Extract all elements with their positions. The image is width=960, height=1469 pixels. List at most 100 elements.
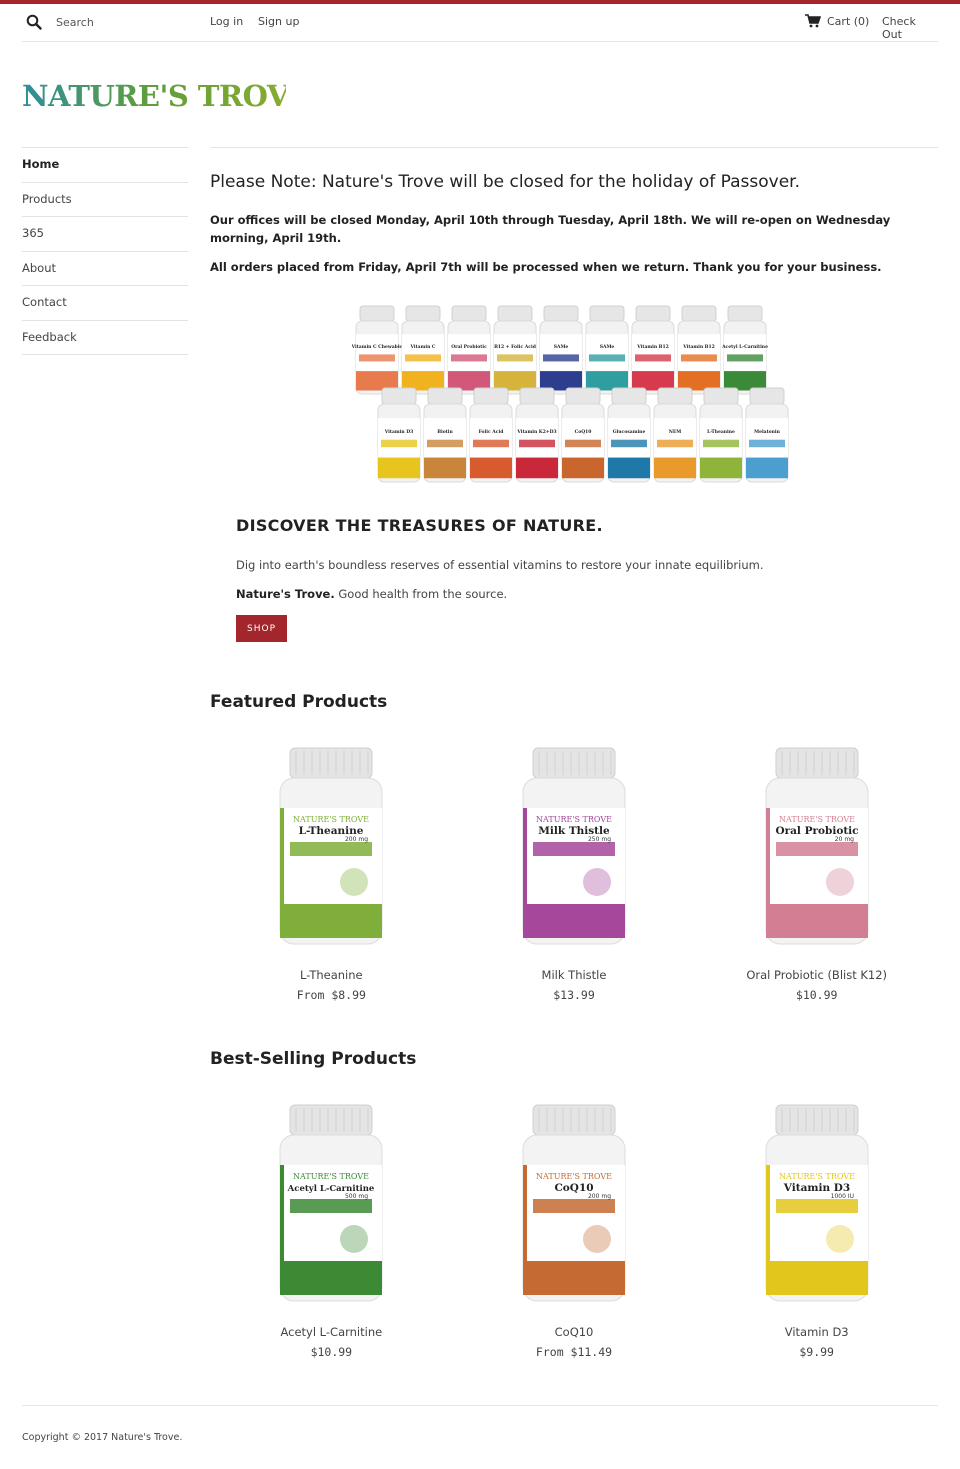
banner-bottle-band: [608, 457, 650, 479]
banner-bottle-label: [516, 418, 558, 458]
banner-bottle-text: B12 + Folic Acid: [494, 344, 537, 350]
product-card[interactable]: NATURE'S TROVE Milk Thistle 250 mg Milk Th…: [453, 742, 696, 1002]
checkout-link[interactable]: Check Out: [882, 15, 938, 41]
product-price: $13.99: [553, 988, 595, 1002]
logo-text: NATURE'S TROVE: [22, 79, 286, 113]
bottle-dose-label: 500 mg: [345, 1193, 368, 1200]
product-name: L-Theanine: [300, 968, 363, 982]
banner-bottle: Acetyl L-Carnitine: [721, 305, 768, 395]
notice-title: Please Note: Nature's Trove will be clos…: [210, 172, 801, 192]
sidebar-item-feedback[interactable]: Feedback: [22, 321, 188, 355]
featured-title: Featured Products: [210, 692, 388, 712]
banner-bottle-label: [494, 334, 536, 372]
bottle-group: NATURE'S TROVEAcetyl L-Carnitine500 mg: [279, 1104, 383, 1302]
product-card[interactable]: NATURE'S TROVE Oral Probiotic 20 mg Oral P…: [695, 742, 938, 1002]
banner-bottle-label: [378, 418, 420, 458]
brand-logo[interactable]: NATURE'S TROVE: [22, 74, 286, 114]
discover-text: Dig into earth's boundless reserves of e…: [236, 558, 764, 572]
banner-bottle-band: [424, 457, 466, 479]
bottle-band: [523, 904, 625, 938]
banner-bottle-text: Vitamin B12: [636, 344, 669, 350]
cart-icon[interactable]: [805, 14, 821, 28]
banner-bottle-text: CoQ10: [575, 429, 592, 435]
sidebar-item-home[interactable]: Home: [22, 148, 188, 183]
product-bottle-image: NATURE'S TROVEAcetyl L-Carnitine500 mg: [279, 1104, 383, 1302]
banner-bottle-cap: [381, 387, 417, 405]
banner-bottle-band: [700, 457, 742, 479]
banner-bottle-label: [586, 334, 628, 372]
banner-bottle-bar: [635, 354, 671, 362]
banner-bottle-label: [356, 334, 398, 372]
product-bottle-image: NATURE'S TROVEL-Theanine200 mg: [279, 747, 383, 945]
banner-bottle-bar: [519, 439, 555, 448]
banner-bottle-bar: [657, 439, 693, 448]
bottle-brand-text: NATURE'S TROVE: [536, 1172, 612, 1181]
banner-bottle: Vitamin C Chewable: [352, 305, 403, 395]
sidebar-item-365[interactable]: 365: [22, 217, 188, 252]
login-link[interactable]: Log in: [210, 15, 243, 28]
banner-bottle-cap: [473, 387, 509, 405]
banner-bottle-label: [562, 418, 604, 458]
notice-line-2: All orders placed from Friday, April 7th…: [210, 260, 882, 274]
banner-bottle-cap: [589, 305, 625, 322]
cart-link[interactable]: Cart (0): [827, 15, 869, 28]
search-input[interactable]: [56, 13, 196, 31]
banner-bottle: Melatonin: [745, 387, 789, 483]
bottle-illustration: [340, 868, 369, 896]
shop-button[interactable]: SHOP: [236, 615, 287, 642]
banner-bottle-cap: [543, 305, 579, 322]
copyright: Copyright © 2017 Nature's Trove.: [22, 1432, 183, 1443]
product-card[interactable]: NATURE'S TROVE CoQ10 200 mg CoQ10 From $11…: [453, 1099, 696, 1359]
banner-bottle-text: L-Theanine: [707, 429, 735, 435]
sidebar-item-contact[interactable]: Contact: [22, 286, 188, 321]
bottle-stripe: [765, 808, 770, 904]
banner-bottle: SAMe: [585, 305, 629, 395]
bottle-claim-bar: [290, 842, 373, 856]
banner-bottle-cap: [749, 387, 785, 405]
search-icon[interactable]: [26, 14, 42, 30]
product-bottle-image: NATURE'S TROVEOral Probiotic20 mg: [765, 747, 869, 945]
sidebar-item-about[interactable]: About: [22, 252, 188, 286]
bottle-stripe: [523, 1165, 527, 1261]
banner-bottle-label: [470, 418, 512, 458]
discover-tagline: Good health from the source.: [338, 587, 508, 601]
bottle-claim-bar: [775, 1199, 858, 1213]
banner-bottle-text: SAMe: [554, 344, 569, 350]
banner-bottle: Folic Acid: [469, 387, 513, 483]
bottle-group: NATURE'S TROVECoQ10200 mg: [522, 1104, 626, 1302]
banner-bottle-label: [448, 334, 490, 372]
main-divider: [210, 147, 938, 148]
banner-bottle-label: [678, 334, 720, 372]
product-card[interactable]: NATURE'S TROVE Acetyl L-Carnitine 500 mg A…: [210, 1099, 453, 1359]
product-bottle-image: NATURE'S TROVEVitamin D31000 IU: [765, 1104, 869, 1302]
bottle-dose-label: 20 mg: [834, 836, 853, 843]
banner-bottle: Vitamin C: [401, 305, 445, 395]
bottle-stripe: [765, 1165, 770, 1261]
banner-bottle-cap: [359, 305, 395, 322]
bottle-brand-text: NATURE'S TROVE: [779, 1172, 855, 1181]
banner-bottle-bar: [611, 439, 647, 448]
product-card[interactable]: NATURE'S TROVE Vitamin D3 1000 IU Vitamin …: [695, 1099, 938, 1359]
banner-bottle-text: SAMe: [600, 344, 615, 350]
banner-bottle-cap: [565, 387, 601, 405]
bottle-illustration: [583, 1225, 611, 1253]
sidebar-item-products[interactable]: Products: [22, 183, 188, 217]
banner-bottle: Vitamin D3: [377, 387, 421, 483]
product-bottle-image: NATURE'S TROVECoQ10200 mg: [522, 1104, 626, 1302]
banner-bottle-band: [562, 457, 604, 479]
bottle-dose-label: 200 mg: [588, 1193, 611, 1200]
bottle-group: NATURE'S TROVEL-Theanine200 mg: [279, 747, 383, 945]
product-card[interactable]: NATURE'S TROVE L-Theanine 200 mg L-Theanin…: [210, 742, 453, 1002]
notice-line-1: Our offices will be closed Monday, April…: [210, 213, 891, 245]
discover-title: DISCOVER THE TREASURES OF NATURE.: [236, 516, 603, 535]
signup-link[interactable]: Sign up: [258, 15, 299, 28]
banner-bottle: Oral Probiotic: [447, 305, 491, 395]
bottle-stripe: [280, 1165, 285, 1261]
banner-bottle-bar: [427, 439, 463, 448]
banner-bottle: L-Theanine: [699, 387, 743, 483]
banner-bottle: CoQ10: [561, 387, 605, 483]
discover-tagline-line: Nature's Trove. Good health from the sou…: [236, 587, 507, 601]
banner-bottle-text: Vitamin C Chewable: [352, 344, 403, 350]
product-bottle-image: NATURE'S TROVEMilk Thistle250 mg: [522, 747, 626, 945]
banner-bottle-cap: [681, 305, 717, 322]
